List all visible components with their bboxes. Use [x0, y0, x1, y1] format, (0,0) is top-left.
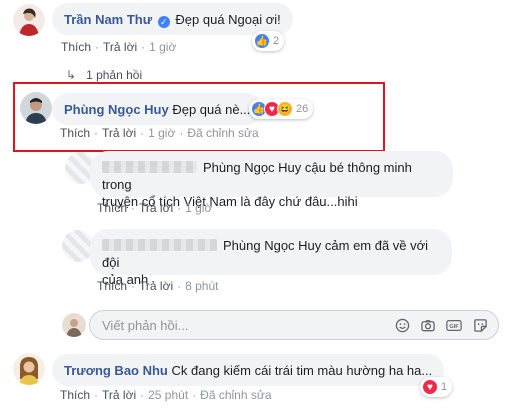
reply-bubble-1: Phùng Ngọc Huy cậu bé thông minh trong t… [90, 151, 453, 209]
reply-link[interactable]: Trả lời [139, 279, 173, 293]
reply-link[interactable]: Trả lời [102, 388, 136, 402]
reply-link[interactable]: Trả lời [103, 40, 137, 54]
view-replies-link[interactable]: ↳ 1 phản hồi [66, 68, 142, 82]
timestamp[interactable]: 25 phút [148, 388, 188, 402]
reaction-summary-1[interactable]: 👍 2 [252, 31, 285, 51]
reply-input[interactable]: Viết phản hồi... GIF [89, 310, 499, 340]
comment-actions-2: Thích · Trả lời · 1 giờ · Đã chỉnh sửa [60, 126, 259, 140]
comment-bubble-1: Trần Nam Thư ✓ Đẹp quá Ngoại ơi! [52, 3, 293, 35]
like-reaction-icon: 👍 [254, 33, 270, 49]
blurred-author-1[interactable] [102, 161, 197, 173]
haha-reaction-icon: 😆 [277, 101, 293, 117]
comment-text-1: Đẹp quá Ngoại ơi! [175, 12, 281, 27]
svg-text:GIF: GIF [449, 324, 459, 330]
blurred-author-2[interactable] [102, 239, 217, 251]
reply-input-placeholder: Viết phản hồi... [102, 318, 189, 333]
current-user-avatar [62, 313, 86, 337]
reply-link[interactable]: Trả lời [139, 201, 173, 215]
reaction-count-2: 26 [296, 103, 309, 115]
avatar-comment-1[interactable] [13, 4, 45, 36]
edited-label[interactable]: Đã chỉnh sửa [187, 126, 258, 140]
camera-icon[interactable] [420, 317, 436, 333]
timestamp[interactable]: 1 giờ [185, 201, 212, 215]
comment-text-3: Ck đang kiếm cái trái tim màu hường ha h… [171, 363, 433, 378]
verified-badge-icon: ✓ [157, 16, 170, 28]
timestamp[interactable]: 1 giờ [148, 126, 175, 140]
like-link[interactable]: Thích [61, 40, 91, 54]
comment-bubble-3: Trương Bao Nhu Ck đang kiếm cái trái tim… [52, 354, 445, 386]
timestamp[interactable]: 8 phút [185, 279, 218, 293]
avatar-comment-2[interactable] [20, 92, 52, 124]
gif-icon[interactable]: GIF [446, 317, 462, 333]
like-link[interactable]: Thích [97, 201, 127, 215]
timestamp[interactable]: 1 giờ [149, 40, 176, 54]
reaction-summary-3[interactable]: ♥ 1 [420, 377, 453, 397]
comment-author-3[interactable]: Trương Bao Nhu [64, 363, 168, 378]
reaction-count-1: 2 [273, 35, 280, 47]
comment-author-2[interactable]: Phùng Ngọc Huy [64, 102, 169, 117]
reaction-summary-2[interactable]: 👍 ♥ 😆 26 [249, 99, 314, 119]
love-reaction-icon: ♥ [422, 379, 438, 395]
reply-bubble-2: Phùng Ngọc Huy cảm em đã về với đội của … [90, 229, 452, 287]
like-link[interactable]: Thích [60, 126, 90, 140]
comment-author-1[interactable]: Trần Nam Thư [64, 12, 152, 27]
reaction-count-3: 1 [441, 381, 448, 393]
comment-actions-3: Thích · Trả lời · 25 phút · Đã chỉnh sửa [60, 388, 272, 402]
emoji-icon[interactable] [394, 317, 410, 333]
like-link[interactable]: Thích [60, 388, 90, 402]
sticker-icon[interactable] [472, 317, 488, 333]
like-link[interactable]: Thích [97, 279, 127, 293]
reply-actions-1: Thích · Trả lời · 1 giờ [97, 201, 213, 215]
reply-arrow-icon: ↳ [66, 68, 77, 82]
edited-label[interactable]: Đã chỉnh sửa [200, 388, 271, 402]
comment-text-2: Đẹp quá nè... [172, 102, 251, 117]
reply-actions-2: Thích · Trả lời · 8 phút [97, 279, 219, 293]
view-replies-label: 1 phản hồi [86, 68, 143, 82]
reply-link[interactable]: Trả lời [102, 126, 136, 140]
comment-actions-1: Thích · Trả lời · 1 giờ [61, 40, 177, 54]
avatar-comment-3[interactable] [13, 353, 45, 385]
comment-bubble-2: Phùng Ngọc Huy Đẹp quá nè... [52, 93, 263, 125]
